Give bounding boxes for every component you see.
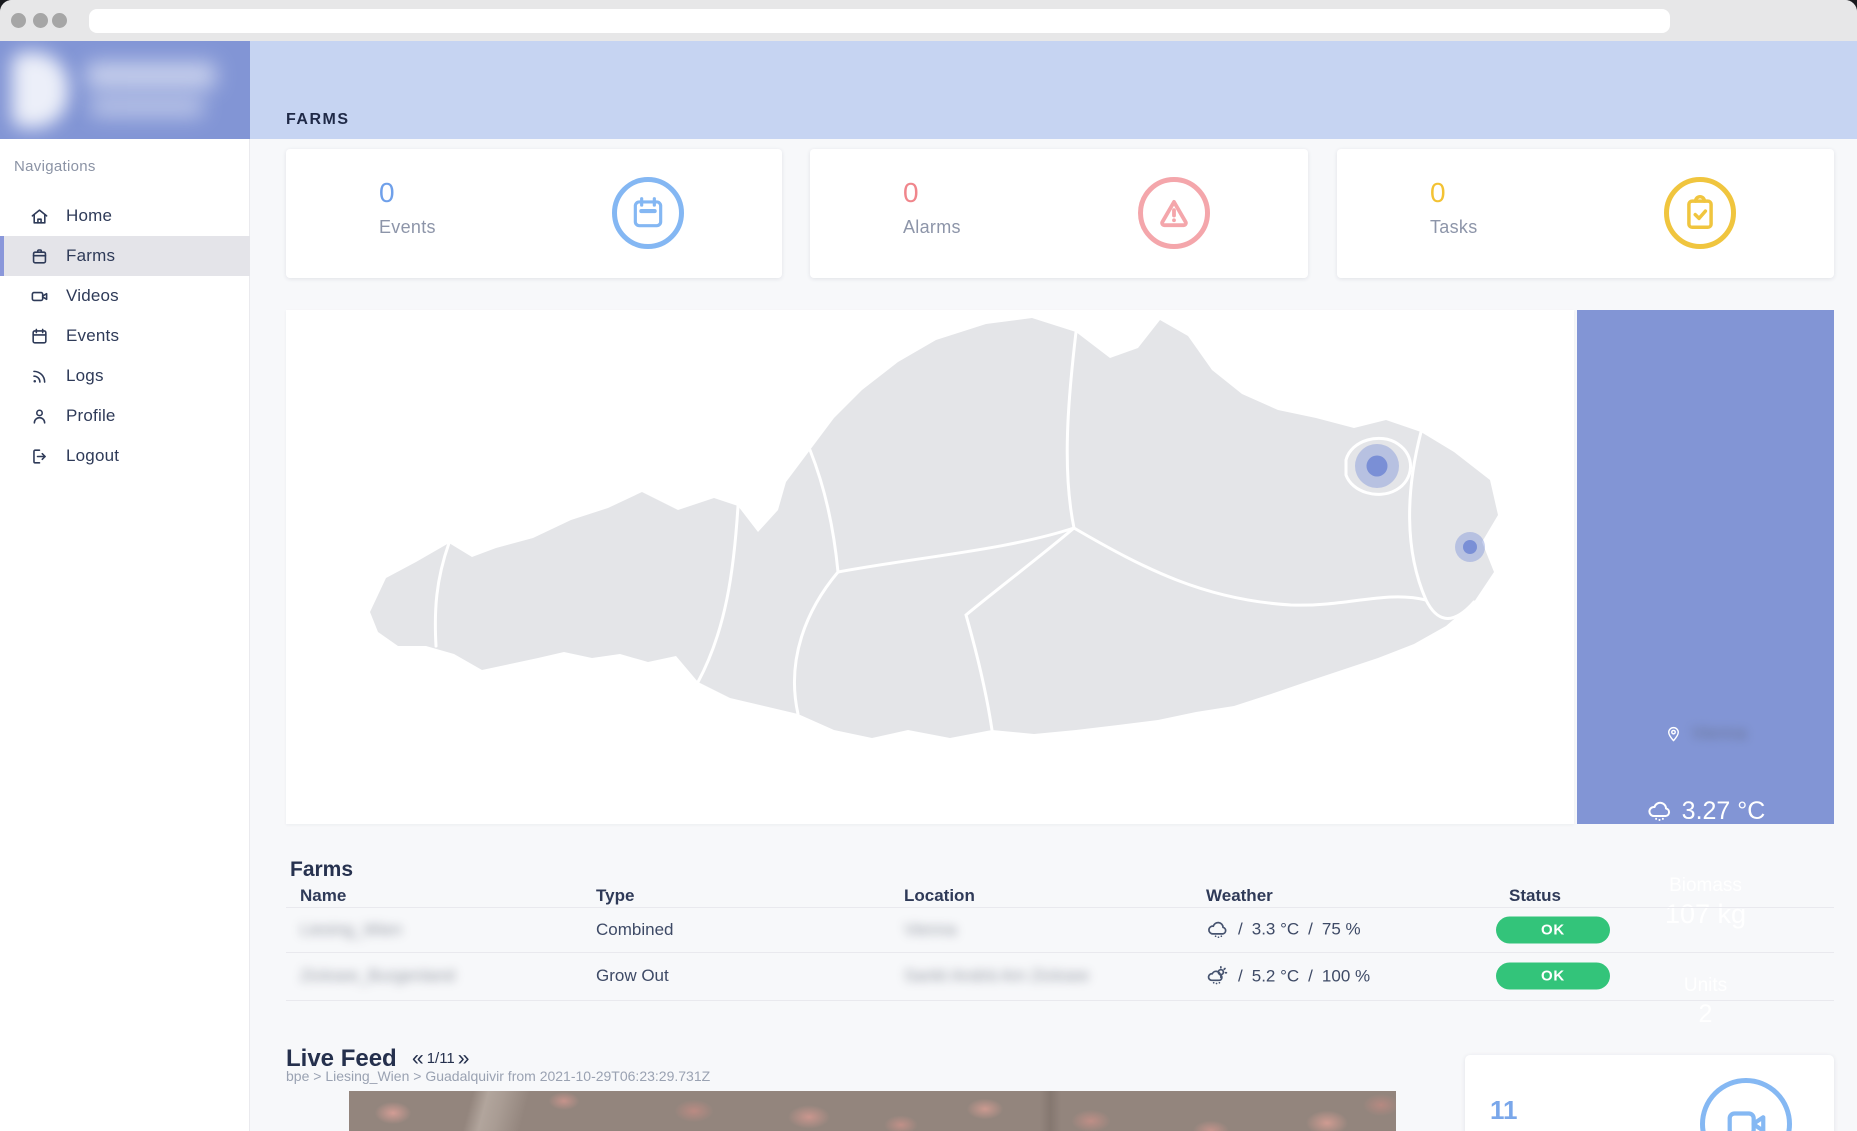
austria-map-shape [286,310,1574,824]
weather-humidity: 75 % [1322,920,1361,940]
status-badge: OK [1496,916,1610,943]
sidebar-nav: Home Farms Videos Events Logs Profile [0,196,250,476]
column-header-location: Location [904,886,975,906]
farms-table-title: Farms [290,858,353,882]
pagination-current: 1/11 [427,1050,455,1067]
app-window: Navigations Home Farms Videos Events Log… [0,0,1857,1131]
nav-section-label: Navigations [14,158,96,175]
sidebar-item-logout[interactable]: Logout [0,436,250,476]
sidebar-item-label: Events [66,326,119,346]
separator: / [1238,966,1243,986]
live-feed-pagination: « 1/11 » [412,1048,469,1069]
farm-summary-panel: Vienna 3.27 °C Biomass 107 kg Units 2 [1577,310,1834,824]
separator: / [1238,920,1243,940]
url-bar[interactable] [89,9,1670,33]
sidebar-item-label: Profile [66,406,116,426]
map-marker-core [1367,456,1388,477]
separator: / [1308,966,1313,986]
weather-temp: 5.2 °C [1252,966,1299,986]
separator: / [1308,920,1313,940]
alarms-count: 0 [903,177,919,209]
sidebar-item-label: Logs [66,366,104,386]
sidebar-item-videos[interactable]: Videos [0,276,250,316]
window-close-button[interactable] [11,13,26,28]
sidebar-item-events[interactable]: Events [0,316,250,356]
window-minimize-button[interactable] [33,13,48,28]
page-header: FARMS [250,41,1857,139]
weather-humidity: 100 % [1322,966,1370,986]
sidebar: Navigations Home Farms Videos Events Log… [0,41,250,1131]
browser-chrome [0,0,1857,41]
cloud-sun-icon [1206,965,1229,988]
sidebar-item-label: Logout [66,446,119,466]
cloud-drizzle-icon [1646,798,1673,825]
sidebar-item-label: Videos [66,286,119,306]
cloud-drizzle-icon [1206,918,1229,941]
events-count: 0 [379,177,395,209]
map-marker-core [1463,540,1477,554]
brand-logo-mark-blurred [12,52,68,128]
events-label: Events [379,217,436,238]
farm-box-icon [30,247,49,266]
farm-name: Zicksee_Burgenland [300,966,455,986]
brand-logo [0,41,250,139]
farms-table-header: Name Type Location Weather Status [286,884,1834,907]
window-zoom-button[interactable] [52,13,67,28]
brand-name-blurred [86,62,216,89]
calendar-icon [612,177,684,249]
live-feed-video[interactable] [349,1091,1396,1131]
video-icon [30,287,49,306]
austria-map [286,310,1574,824]
units-value: 2 [1577,1000,1834,1029]
brand-subtitle-blurred [90,97,204,117]
column-header-status: Status [1509,886,1561,906]
table-divider [286,1000,1834,1001]
rss-icon [30,367,49,386]
column-header-weather: Weather [1206,886,1273,906]
farm-location: Vienna [1691,723,1747,744]
farm-type: Combined [596,920,674,940]
table-row-farm-2[interactable]: Zicksee_Burgenland Grow Out Sankt Andrä … [286,952,1834,1000]
pagination-next-button[interactable]: » [458,1048,470,1069]
column-header-name: Name [300,886,346,906]
tasks-count: 0 [1430,177,1446,209]
clipboard-check-icon [1664,177,1736,249]
live-feed-breadcrumb: bpe > Liesing_Wien > Guadalquivir from 2… [286,1068,710,1084]
sidebar-item-label: Home [66,206,112,226]
farm-location: Vienna [904,920,957,940]
tasks-stat-card[interactable]: 0 Tasks [1337,149,1834,278]
videos-count: 11 [1490,1095,1518,1126]
map-marker-vienna[interactable] [1355,444,1399,488]
map-marker-burgenland[interactable] [1455,532,1485,562]
video-camera-icon [1700,1078,1792,1131]
table-row-farm-1[interactable]: Liesing_Wien Combined Vienna / 3.3 °C / … [286,907,1834,952]
sidebar-item-profile[interactable]: Profile [0,396,250,436]
sidebar-item-label: Farms [66,246,115,266]
page-title: FARMS [286,111,350,129]
user-icon [30,407,49,426]
sidebar-item-home[interactable]: Home [0,196,250,236]
pagination-prev-button[interactable]: « [412,1048,424,1069]
status-badge: OK [1496,963,1610,990]
farm-weather: / 5.2 °C / 100 % [1206,965,1370,988]
column-header-type: Type [596,886,634,906]
alert-triangle-icon [1138,177,1210,249]
logout-icon [30,447,49,466]
tasks-label: Tasks [1430,217,1478,238]
farm-temperature: 3.27 °C [1682,797,1766,826]
farm-type: Grow Out [596,966,669,986]
sidebar-item-logs[interactable]: Logs [0,356,250,396]
events-stat-card[interactable]: 0 Events [286,149,782,278]
map-pin-icon [1664,724,1683,743]
alarms-label: Alarms [903,217,961,238]
alarms-stat-card[interactable]: 0 Alarms [810,149,1308,278]
home-icon [30,207,49,226]
farm-name: Liesing_Wien [300,920,402,940]
farm-weather: / 3.3 °C / 75 % [1206,918,1361,941]
sidebar-item-farms[interactable]: Farms [0,236,250,276]
calendar-icon [30,327,49,346]
weather-temp: 3.3 °C [1252,920,1299,940]
videos-count-card[interactable]: 11 [1465,1055,1834,1131]
farm-location: Sankt Andrä Am Zicksee [904,966,1089,986]
